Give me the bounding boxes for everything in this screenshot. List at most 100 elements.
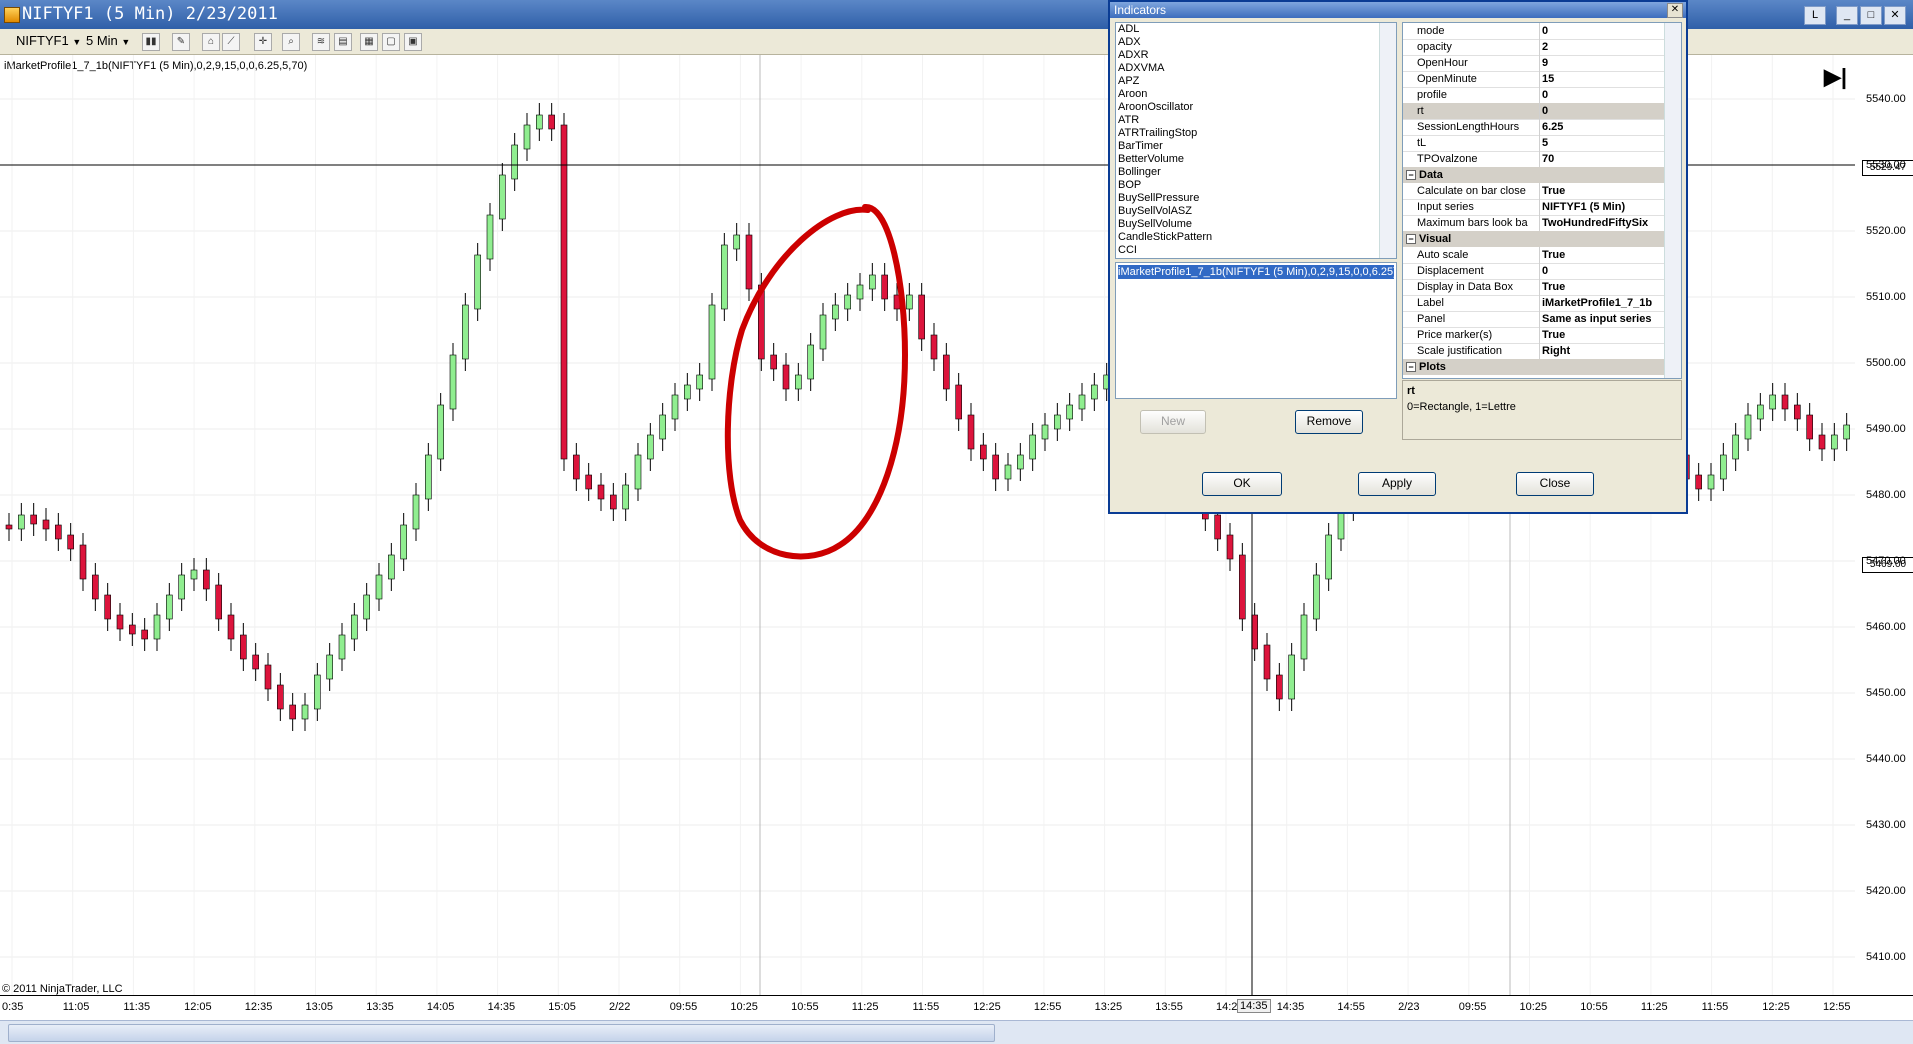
property-row[interactable]: tL 5 <box>1403 135 1665 152</box>
close-window-button[interactable]: ✕ <box>1884 6 1906 25</box>
properties-icon[interactable]: ▢ <box>382 33 400 51</box>
zoom-icon[interactable]: ⌕ <box>282 33 300 51</box>
property-value[interactable]: TwoHundredFiftySix <box>1539 215 1668 231</box>
property-row[interactable]: rt 0 <box>1403 103 1665 120</box>
indicator-list-item[interactable]: CandleStickPattern <box>1116 231 1396 244</box>
minimize-button[interactable]: _ <box>1836 6 1858 25</box>
candle-body <box>351 614 358 640</box>
property-value[interactable]: NIFTYF1 (5 Min) <box>1539 199 1668 215</box>
indicator-list-item[interactable]: AroonOscillator <box>1116 101 1396 114</box>
time-tick-label: 11:05 <box>62 1001 90 1013</box>
property-value[interactable]: 15 <box>1539 71 1668 87</box>
property-row[interactable]: Price marker(s) True <box>1403 327 1665 344</box>
indicator-list-item[interactable]: ADX <box>1116 36 1396 49</box>
indicator-list-item[interactable]: ATR <box>1116 114 1396 127</box>
indicator-list-item[interactable]: BetterVolume <box>1116 153 1396 166</box>
indicator-list-item[interactable]: Aroon <box>1116 88 1396 101</box>
property-name: OpenHour <box>1417 57 1468 69</box>
chart-settings-icon[interactable]: ▣ <box>404 33 422 51</box>
drawing-line-icon[interactable]: ⟋ <box>222 33 240 51</box>
collapse-icon[interactable]: − <box>1406 362 1416 372</box>
indicator-list-item[interactable]: ATRTrailingStop <box>1116 127 1396 140</box>
property-value[interactable]: 0 <box>1539 87 1668 103</box>
maximize-button[interactable]: □ <box>1860 6 1882 25</box>
property-value[interactable]: 0 <box>1539 23 1668 39</box>
property-row[interactable]: Maximum bars look ba TwoHundredFiftySix <box>1403 215 1665 232</box>
interval-selector[interactable]: 5 Min ▼ <box>86 33 130 49</box>
property-row[interactable]: TPOvalzone 70 <box>1403 151 1665 168</box>
indicators-icon[interactable]: ≋ <box>312 33 330 51</box>
property-row[interactable]: Auto scale True <box>1403 247 1665 264</box>
indicator-list-item[interactable]: BarTimer <box>1116 140 1396 153</box>
property-value[interactable]: Same as input series <box>1539 311 1668 327</box>
indicator-list-item[interactable]: BOP <box>1116 179 1396 192</box>
property-value[interactable]: True <box>1539 183 1668 199</box>
property-value[interactable]: 2 <box>1539 39 1668 55</box>
applied-indicators-list[interactable]: iMarketProfile1_7_1b(NIFTYF1 (5 Min),0,2… <box>1115 262 1397 399</box>
property-row[interactable]: Input series NIFTYF1 (5 Min) <box>1403 199 1665 216</box>
candle-body <box>326 654 333 680</box>
close-icon[interactable]: ✕ <box>1667 3 1683 18</box>
property-row[interactable]: Panel Same as input series <box>1403 311 1665 328</box>
properties-scrollbar[interactable] <box>1664 23 1681 378</box>
list-scrollbar[interactable] <box>1379 23 1396 258</box>
indicator-list-item[interactable]: BuySellPressure <box>1116 192 1396 205</box>
property-row[interactable]: mode 0 <box>1403 23 1665 40</box>
applied-indicator-item[interactable]: iMarketProfile1_7_1b(NIFTYF1 (5 Min),0,2… <box>1118 265 1394 279</box>
collapse-icon[interactable]: − <box>1406 170 1416 180</box>
dialog-title-bar: Indicators ✕ <box>1110 2 1686 18</box>
indicator-list-item[interactable]: ADL <box>1116 23 1396 36</box>
property-value[interactable]: 6.25 <box>1539 119 1668 135</box>
indicator-list-item[interactable]: ADXR <box>1116 49 1396 62</box>
instrument-selector[interactable]: NIFTYF1 ▼ <box>16 33 81 49</box>
property-row[interactable]: Display in Data Box True <box>1403 279 1665 296</box>
chart-style-icon[interactable]: ⌂ <box>202 33 220 51</box>
indicator-list-item[interactable]: CCI <box>1116 244 1396 257</box>
drawing-pencil-icon[interactable]: ✎ <box>172 33 190 51</box>
property-row[interactable]: Calculate on bar close True <box>1403 183 1665 200</box>
new-button[interactable]: New <box>1140 410 1206 434</box>
property-value[interactable]: 0 <box>1539 103 1668 119</box>
apply-button[interactable]: Apply <box>1358 472 1436 496</box>
property-row[interactable]: Displacement 0 <box>1403 263 1665 280</box>
properties-grid[interactable]: mode 0 opacity 2 OpenHour 9 OpenMinute 15 profil… <box>1402 22 1682 379</box>
property-row[interactable]: OpenMinute 15 <box>1403 71 1665 88</box>
property-row[interactable]: profile 0 <box>1403 87 1665 104</box>
property-value[interactable]: True <box>1539 327 1668 343</box>
property-category[interactable]: − Visual <box>1403 231 1665 247</box>
scrollbar-thumb[interactable] <box>8 1024 995 1042</box>
property-row[interactable]: Label iMarketProfile1_7_1b <box>1403 295 1665 312</box>
property-value[interactable]: 70 <box>1539 151 1668 167</box>
candle-body <box>1041 424 1049 440</box>
property-value[interactable]: 5 <box>1539 135 1668 151</box>
property-row[interactable]: Scale justification Right <box>1403 343 1665 360</box>
property-row[interactable]: SessionLengthHours 6.25 <box>1403 119 1665 136</box>
property-row[interactable]: OpenHour 9 <box>1403 55 1665 72</box>
indicator-list-item[interactable]: Bollinger <box>1116 166 1396 179</box>
bar-type-icon[interactable]: ▮▮ <box>142 33 160 51</box>
property-row[interactable]: opacity 2 <box>1403 39 1665 56</box>
scroll-to-end-icon[interactable]: ▶| <box>1824 64 1847 90</box>
property-value[interactable]: Right <box>1539 343 1668 359</box>
property-category[interactable]: − Data <box>1403 167 1665 183</box>
indicator-list-item[interactable]: BuySellVolume <box>1116 218 1396 231</box>
property-value[interactable]: 9 <box>1539 55 1668 71</box>
indicator-list-item[interactable]: BuySellVolASZ <box>1116 205 1396 218</box>
property-category[interactable]: − Plots <box>1403 359 1665 375</box>
indicator-list-item[interactable]: ADXVMA <box>1116 62 1396 75</box>
property-value[interactable]: iMarketProfile1_7_1b <box>1539 295 1668 311</box>
property-value[interactable]: True <box>1539 247 1668 263</box>
collapse-icon[interactable]: − <box>1406 234 1416 244</box>
indicator-list-item[interactable]: APZ <box>1116 75 1396 88</box>
horizontal-scrollbar[interactable] <box>0 1020 1913 1044</box>
close-button[interactable]: Close <box>1516 472 1594 496</box>
strategies-icon[interactable]: ▤ <box>334 33 352 51</box>
crosshair-icon[interactable]: ✛ <box>254 33 272 51</box>
available-indicators-list[interactable]: ADL ADX ADXR ADXVMA APZ Aroon AroonOscillator A… <box>1115 22 1397 259</box>
ok-button[interactable]: OK <box>1202 472 1282 496</box>
link-button[interactable]: L <box>1804 6 1826 25</box>
data-box-icon[interactable]: ▦ <box>360 33 378 51</box>
property-value[interactable]: True <box>1539 279 1668 295</box>
property-value[interactable]: 0 <box>1539 263 1668 279</box>
remove-button[interactable]: Remove <box>1295 410 1363 434</box>
